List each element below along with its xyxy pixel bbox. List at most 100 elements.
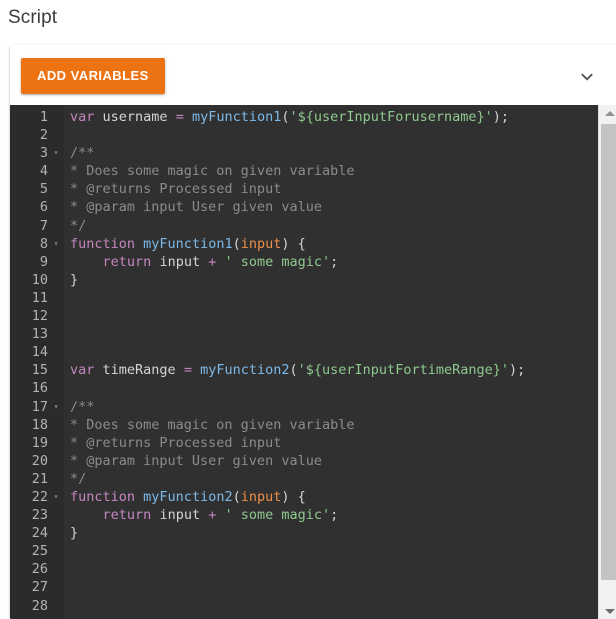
line-number: 12 bbox=[31, 308, 48, 325]
code-token: */ bbox=[70, 470, 87, 487]
triangle-up-icon bbox=[604, 111, 615, 116]
line-number: 16 bbox=[31, 380, 48, 397]
script-card: ADD VARIABLES 1 2 3 ▾ 4 5 6 7 8 ▾ 9 10 11 12 13 14 15 16 1… bbox=[10, 45, 616, 619]
code-token: ); bbox=[508, 362, 526, 379]
line-number: 5 bbox=[39, 181, 48, 198]
code-line: * @returns Processed input bbox=[64, 434, 598, 452]
line-number: 22 ▾ bbox=[10, 488, 64, 506]
scroll-up-button[interactable] bbox=[599, 105, 616, 122]
chevron-down-icon bbox=[579, 69, 595, 85]
code-token: ); bbox=[492, 109, 509, 125]
code-token: myFunction1 bbox=[191, 109, 282, 125]
fold-toggle-icon[interactable]: ▾ bbox=[51, 235, 61, 253]
code-token: ( bbox=[289, 362, 298, 379]
script-editor-page: Script ADD VARIABLES 1 2 3 ▾ 4 5 6 7 8 ▾ 9 10 11 12 13… bbox=[0, 0, 616, 619]
code-line: * Does some magic on given variable bbox=[64, 416, 598, 434]
code-line: return input + ' some magic'; bbox=[64, 253, 598, 271]
code-token: input bbox=[159, 507, 201, 524]
line-number: 14 bbox=[31, 344, 48, 361]
code-token: } bbox=[70, 271, 79, 288]
code-token: ( bbox=[232, 235, 241, 252]
collapse-panel-button[interactable] bbox=[570, 65, 604, 89]
code-token: * Does some magic on given variable bbox=[70, 416, 355, 433]
line-number: 17 ▾ bbox=[10, 398, 64, 416]
line-number: 13 bbox=[31, 326, 48, 343]
code-editor[interactable]: 1 2 3 ▾ 4 5 6 7 8 ▾ 9 10 11 12 13 14 15 16 17 ▾ 18 19 20 21 22 ▾ 2… bbox=[10, 105, 616, 619]
code-line: * @param input User given value bbox=[64, 452, 598, 470]
code-token: * @returns Processed input bbox=[70, 181, 282, 198]
code-token: function bbox=[70, 488, 136, 505]
line-number: 28 bbox=[31, 597, 48, 614]
line-number: 19 bbox=[31, 434, 48, 451]
code-line: function myFunction1(input) { bbox=[64, 235, 598, 253]
scrollbar-thumb[interactable] bbox=[601, 124, 616, 580]
code-token: return bbox=[102, 253, 152, 270]
line-number: 7 bbox=[39, 217, 48, 234]
fold-toggle-icon[interactable]: ▾ bbox=[51, 144, 61, 162]
add-variables-button[interactable]: ADD VARIABLES bbox=[21, 58, 165, 94]
line-number: 23 bbox=[31, 507, 48, 524]
line-number: 25 bbox=[31, 543, 48, 560]
code-line: * @returns Processed input bbox=[64, 180, 598, 198]
code-token: = bbox=[183, 362, 192, 379]
fold-toggle-icon[interactable]: ▾ bbox=[51, 488, 61, 506]
code-token: * @returns Processed input bbox=[70, 434, 282, 451]
line-number: 1 bbox=[39, 109, 48, 125]
editor-vertical-scrollbar[interactable] bbox=[598, 105, 616, 619]
code-token: ; bbox=[330, 253, 339, 270]
code-token: ' some magic' bbox=[224, 507, 331, 524]
line-number: 24 bbox=[31, 525, 48, 542]
code-token: */ bbox=[70, 217, 87, 234]
line-number: 10 bbox=[31, 271, 48, 288]
line-number: 4 bbox=[39, 163, 48, 180]
code-token: var bbox=[70, 362, 95, 379]
line-number: 21 bbox=[31, 470, 48, 487]
line-number: 6 bbox=[39, 199, 48, 216]
code-token: * @param input User given value bbox=[70, 199, 322, 216]
fold-toggle-icon[interactable]: ▾ bbox=[51, 398, 61, 416]
line-number: 18 bbox=[31, 416, 48, 433]
line-number: 27 bbox=[31, 579, 48, 596]
code-line: * @param input User given value bbox=[64, 198, 598, 216]
line-number: 8 ▾ bbox=[10, 235, 64, 253]
card-header: ADD VARIABLES bbox=[10, 45, 616, 105]
code-line: return input + ' some magic'; bbox=[64, 506, 598, 524]
line-number: 2 bbox=[39, 127, 48, 144]
code-line: function myFunction2(input) { bbox=[64, 488, 598, 506]
triangle-down-icon bbox=[604, 609, 615, 614]
code-token: ) { bbox=[281, 488, 306, 505]
scroll-down-button[interactable] bbox=[599, 603, 616, 619]
code-line: */ bbox=[64, 470, 598, 488]
code-token: } bbox=[70, 525, 79, 542]
code-token: function bbox=[70, 235, 136, 252]
code-token: ' some magic' bbox=[224, 253, 331, 270]
code-line: } bbox=[64, 524, 598, 542]
line-number: 15 bbox=[31, 362, 48, 379]
code-token: '${userInputForusername}' bbox=[289, 109, 493, 125]
code-token: myFunction2 bbox=[143, 488, 233, 505]
code-line: /** bbox=[64, 398, 598, 416]
code-token: myFunction2 bbox=[200, 362, 290, 379]
line-number: 3 ▾ bbox=[10, 144, 64, 162]
code-token: * Does some magic on given variable bbox=[70, 163, 355, 180]
code-content[interactable]: var username = myFunction1('${userInputF… bbox=[64, 105, 598, 619]
line-number: 9 bbox=[39, 253, 48, 270]
